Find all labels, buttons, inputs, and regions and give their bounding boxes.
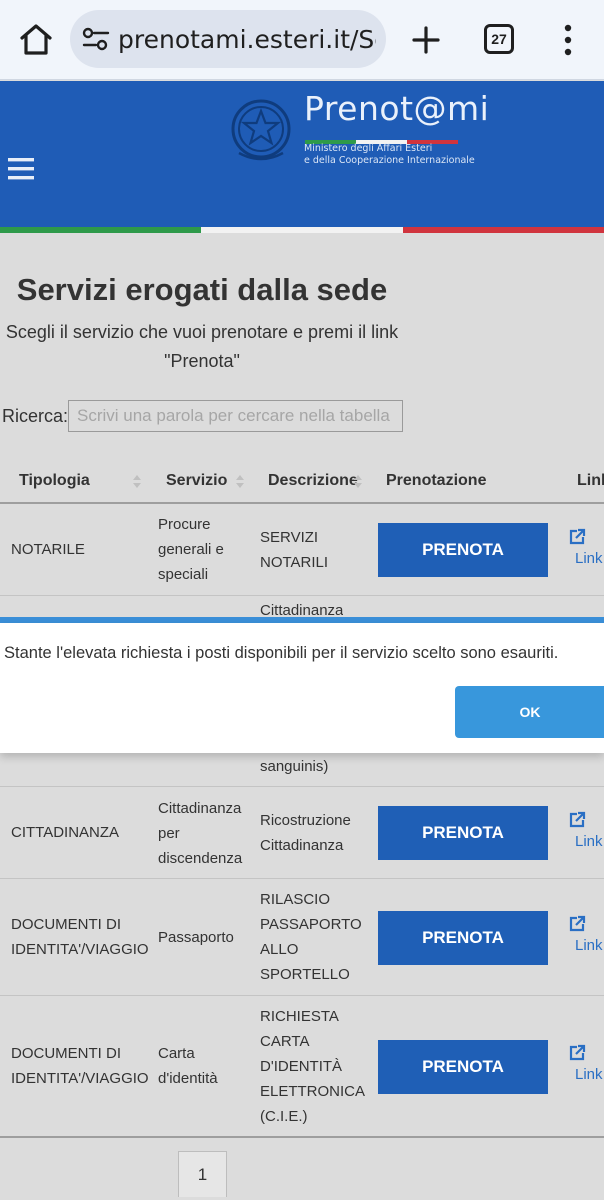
cell-servizio: Procure generali e speciali: [158, 516, 224, 583]
external-link-icon: [568, 811, 586, 829]
dialog-message: Stante l'elevata richiesta i posti dispo…: [4, 644, 559, 662]
address-bar[interactable]: prenotami.esteri.it/Ser: [70, 10, 386, 68]
pagination-page-button[interactable]: 1: [178, 1151, 227, 1197]
home-icon[interactable]: [14, 18, 58, 62]
cell-descrizione: SERVIZI NOTARILI: [260, 529, 329, 571]
cell-descrizione: Cittadinanza: [260, 604, 344, 617]
url-text[interactable]: prenotami.esteri.it/Ser: [118, 25, 376, 54]
tab-switcher-button[interactable]: 27: [484, 24, 514, 54]
sort-icon[interactable]: [132, 472, 142, 490]
brand-logo-text: Prenot@mi: [304, 89, 490, 128]
column-header-link: Link: [577, 472, 604, 489]
brand-tricolor-underline: [305, 131, 458, 144]
external-link-icon: [568, 1044, 586, 1062]
cell-servizio: Cittadinanza per discendenza: [158, 800, 243, 867]
sort-icon[interactable]: [353, 472, 363, 490]
cell-descrizione: RICHIESTA CARTA D'IDENTITÀ ELETTRONICA (C.I.…: [260, 1008, 366, 1125]
alert-dialog: Stante l'elevata richiesta i posti dispo…: [0, 623, 604, 753]
table-bottom-divider: [0, 1136, 604, 1138]
external-link-icon: [568, 915, 586, 933]
cell-tipologia: NOTARILE: [11, 541, 85, 558]
new-tab-plus-icon[interactable]: [406, 20, 446, 60]
row-divider: [0, 878, 604, 879]
prenota-button[interactable]: PRENOTA: [378, 806, 548, 860]
cell-descrizione: RILASCIO PASSAPORTO ALLO SPORTELLO: [260, 891, 362, 983]
site-settings-icon[interactable]: [82, 26, 110, 52]
table-header-divider: [0, 502, 604, 504]
row-divider: [0, 995, 604, 996]
italian-emblem-icon: [229, 93, 293, 167]
cell-descrizione: sanguinis): [260, 758, 329, 775]
prenota-button[interactable]: PRENOTA: [378, 911, 548, 965]
cell-tipologia: CITTADINANZA: [11, 824, 120, 841]
external-link-icon: [568, 528, 586, 546]
more-options-icon[interactable]: [556, 22, 580, 58]
row-divider: [0, 786, 604, 787]
search-input[interactable]: [68, 400, 403, 432]
cell-servizio: Passaporto: [158, 929, 234, 946]
hamburger-menu-icon[interactable]: [8, 157, 36, 181]
column-header-servizio[interactable]: Servizio: [166, 472, 227, 490]
cell-tipologia: DOCUMENTI DI IDENTITA'/VIAGGIO: [11, 916, 149, 958]
column-header-prenotazione: Prenotazione: [386, 472, 487, 489]
site-header: Prenot@mi Ministero degli Affari Esteri …: [0, 81, 604, 227]
prenota-button[interactable]: PRENOTA: [378, 523, 548, 577]
prenota-button[interactable]: PRENOTA: [378, 1040, 548, 1094]
ok-button[interactable]: OK: [455, 686, 604, 738]
page-subtitle: Scegli il servizio che vuoi prenotare e …: [5, 322, 399, 371]
row-divider: [0, 595, 604, 596]
page-title: Servizi erogati dalla sede: [16, 272, 388, 307]
search-label: Ricerca:: [2, 406, 69, 426]
cell-servizio: Carta d'identità: [158, 1045, 218, 1087]
ministry-name: Ministero degli Affari Esteri e della Co…: [304, 143, 475, 166]
browser-toolbar: prenotami.esteri.it/Ser 27: [0, 0, 604, 80]
column-header-descrizione[interactable]: Descrizione: [268, 472, 358, 490]
sort-icon[interactable]: [235, 472, 245, 490]
tricolor-strip: [0, 227, 604, 233]
column-header-tipologia[interactable]: Tipologia: [19, 472, 90, 490]
cell-descrizione: Ricostruzione Cittadinanza: [260, 812, 351, 854]
cell-tipologia: DOCUMENTI DI IDENTITA'/VIAGGIO: [11, 1045, 149, 1087]
